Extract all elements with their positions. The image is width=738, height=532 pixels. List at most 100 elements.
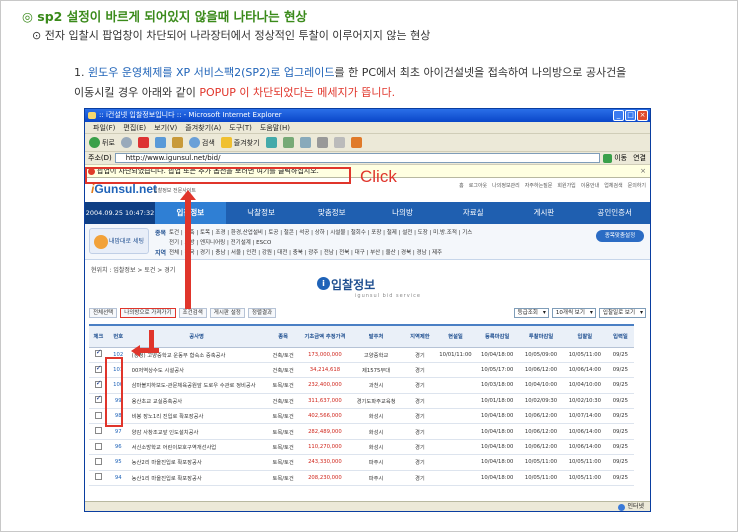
toplink-faq[interactable]: 자주하는질문 xyxy=(525,182,553,189)
category-custom-button[interactable]: 종목맞춤설정 xyxy=(596,230,644,242)
refresh-icon[interactable] xyxy=(154,137,166,148)
toplink-myinfo[interactable]: 나의정보관리 xyxy=(492,182,520,189)
cell-name[interactable]: 양감 사창조교앞 인도설치공사 xyxy=(128,423,265,440)
cell-name[interactable]: 농산2리 마을진입로 확포장공사 xyxy=(128,454,265,471)
menu-help[interactable]: 도움말(H) xyxy=(260,122,290,133)
col-reg[interactable]: 등록마감일 xyxy=(475,324,520,348)
row-checkbox[interactable] xyxy=(94,394,102,404)
table-row[interactable]: 100삼마볼지하보도-관문체육공원앞 도로우 수관로 정비공사토목/토건232,… xyxy=(89,377,634,394)
cell-amount: 208,230,000 xyxy=(301,470,348,487)
page-size-select[interactable]: 10개씩 보기 xyxy=(551,308,596,318)
maximize-icon[interactable]: □ xyxy=(625,110,636,121)
table-row[interactable]: 10100저역상수도 시설공사건축/토건34,214,618제1575부대경기1… xyxy=(89,362,634,379)
table-row[interactable]: 94 농산1리 마을진입로 확포장공사 토목/토건 208,230,000 파주시 경기 1… xyxy=(89,470,634,487)
home-icon[interactable] xyxy=(171,137,183,148)
nav-certificate[interactable]: 공인인증서 xyxy=(579,202,650,224)
cell-org: 화성시 xyxy=(347,423,405,440)
media-icon[interactable] xyxy=(265,137,277,148)
grade-select[interactable]: 등급조회 xyxy=(513,308,549,318)
table-row[interactable]: 98 비봉 장노1리 진입로 확포장공사 토목/토건 402,566,000 화성시 경기… xyxy=(89,408,634,425)
col-amount[interactable]: 기초금액 추정가격 xyxy=(301,324,348,348)
select-all-button[interactable]: 전체선택 xyxy=(89,308,118,318)
edit-icon[interactable] xyxy=(333,137,345,148)
nav-board[interactable]: 게시판 xyxy=(509,202,580,224)
menu-edit[interactable]: 편집(E) xyxy=(123,122,146,133)
nav-archive[interactable]: 자료실 xyxy=(438,202,509,224)
go-button[interactable]: 이동 연결 xyxy=(603,153,650,163)
table-row[interactable]: 99용산초교 교실증축공사건축/토건311,637,000경기도파주교육청경기1… xyxy=(89,393,634,410)
print-icon[interactable] xyxy=(316,137,328,148)
forward-arrow-icon[interactable] xyxy=(120,137,132,148)
cell-name[interactable]: 농산1리 마을진입로 확포장공사 xyxy=(128,470,265,487)
row-checkbox[interactable] xyxy=(94,379,102,388)
row-checkbox[interactable] xyxy=(94,427,102,435)
sort-result-button[interactable]: 정렬결과 xyxy=(247,308,277,318)
view-mode-select[interactable]: 입찰일로 보기 xyxy=(598,308,646,318)
search-button[interactable]: 검색 xyxy=(188,137,215,148)
cell-name[interactable]: 서신소방학교 어린이보호구역개선사업 xyxy=(128,439,265,456)
cell-check[interactable] xyxy=(89,439,108,456)
back-button[interactable]: 뒤로 xyxy=(89,137,115,148)
row-checkbox[interactable] xyxy=(94,442,102,450)
messenger-icon[interactable] xyxy=(350,137,362,148)
cell-name[interactable]: 비봉 장노1리 진입로 확포장공사 xyxy=(128,408,265,425)
row-checkbox[interactable] xyxy=(94,473,102,481)
col-type[interactable]: 종목 xyxy=(264,324,302,348)
cell-bid: 10/06/12:00 xyxy=(519,408,563,425)
site-logo[interactable]: iGunsul.net xyxy=(91,182,157,196)
region-items[interactable]: 전체 | 전국 | 경기 | 충남 | 서울 | 인천 | 강원 | 대전 | … xyxy=(169,248,442,256)
mail-icon[interactable] xyxy=(299,137,311,148)
toplink-join[interactable]: 회원가입 xyxy=(557,182,575,189)
cell-input: 09/25 xyxy=(606,470,634,487)
toplink-home[interactable]: 홈 xyxy=(459,182,464,189)
col-org[interactable]: 발주처 xyxy=(347,324,405,348)
links-label[interactable]: 연결 xyxy=(633,153,646,163)
favorites-button[interactable]: 즐겨찾기 xyxy=(220,137,260,148)
col-site[interactable]: 현설일 xyxy=(435,324,476,348)
table-row[interactable]: 102(정정) 고양중학교 운동부 합숙소 증축공사건축/토건173,000,0… xyxy=(89,347,634,363)
cell-name[interactable]: 삼마볼지하보도-관문체육공원앞 도로우 수관로 정비공사 xyxy=(128,377,265,394)
row-checkbox[interactable] xyxy=(94,348,102,358)
row-checkbox[interactable] xyxy=(94,411,102,419)
row-checkbox[interactable] xyxy=(94,457,102,465)
toplink-logout[interactable]: 로그아웃 xyxy=(469,182,487,189)
address-input[interactable]: http://www.igunsul.net/bid/ xyxy=(114,153,601,163)
cell-org: 화성시 xyxy=(347,408,405,425)
nav-award-info[interactable]: 낙찰정보 xyxy=(226,202,297,224)
table-row[interactable]: 95 농산2리 마을진입로 확포장공사 토목/토건 243,330,000 파주시 경기 1… xyxy=(89,454,634,471)
go-label: 이동 xyxy=(614,154,628,162)
move-to-myroom-button[interactable]: 나의방으로 가져가기 xyxy=(120,308,176,318)
infobar-highlight-box xyxy=(85,167,351,184)
category-items[interactable]: 토건 | 건축 | 토목 | 조경 | 환경,산업설비 | 토공 | 철콘 | … xyxy=(169,228,472,236)
condition-search-button[interactable]: 조건검색 xyxy=(178,308,207,318)
toplink-company[interactable]: 업체검색 xyxy=(604,182,622,189)
table-row[interactable]: 97 양감 사창조교앞 인도설치공사 토목/토건 282,489,000 화성시 경기 10… xyxy=(89,423,634,440)
col-open[interactable]: 입찰일 xyxy=(562,324,607,348)
menu-favorites[interactable]: 즐겨찾기(A) xyxy=(185,122,221,133)
stop-icon[interactable] xyxy=(137,137,149,148)
toplink-contact[interactable]: 문의하기 xyxy=(628,182,646,189)
minimize-icon[interactable]: _ xyxy=(613,110,624,121)
col-bid[interactable]: 투찰마감일 xyxy=(519,324,563,348)
row-checkbox[interactable] xyxy=(94,364,102,373)
history-icon[interactable] xyxy=(282,137,294,148)
my-setting-button[interactable]: 내맘대로 세팅 xyxy=(89,228,149,254)
infobar-close-icon[interactable]: × xyxy=(640,165,646,178)
cell-name[interactable]: 00저역상수도 시설공사 xyxy=(128,362,265,379)
cell-bid: 10/04/10:00 xyxy=(519,377,563,394)
table-row[interactable]: 96 서신소방학교 어린이보호구역개선사업 토목/토건 110,270,000 화성시 경… xyxy=(89,439,634,456)
close-icon[interactable]: × xyxy=(637,110,648,121)
para-highlight-red: POPUP 이 차단되었다는 메세지가 뜹니다. xyxy=(199,86,396,99)
cell-check[interactable] xyxy=(89,470,108,487)
nav-my-room[interactable]: 나의방 xyxy=(367,202,438,224)
col-input[interactable]: 입력일 xyxy=(606,324,634,348)
menu-view[interactable]: 보기(V) xyxy=(154,122,177,133)
menu-file[interactable]: 파일(F) xyxy=(93,122,115,133)
cell-name[interactable]: 용산초교 교실증축공사 xyxy=(128,393,265,410)
menu-tools[interactable]: 도구(T) xyxy=(229,122,252,133)
cell-region: 경기 xyxy=(404,423,436,440)
board-setting-button[interactable]: 게시판 설정 xyxy=(209,308,245,318)
toplink-guide[interactable]: 이용안내 xyxy=(581,182,599,189)
cell-check[interactable] xyxy=(89,454,108,471)
nav-custom-info[interactable]: 맞춤정보 xyxy=(296,202,367,224)
